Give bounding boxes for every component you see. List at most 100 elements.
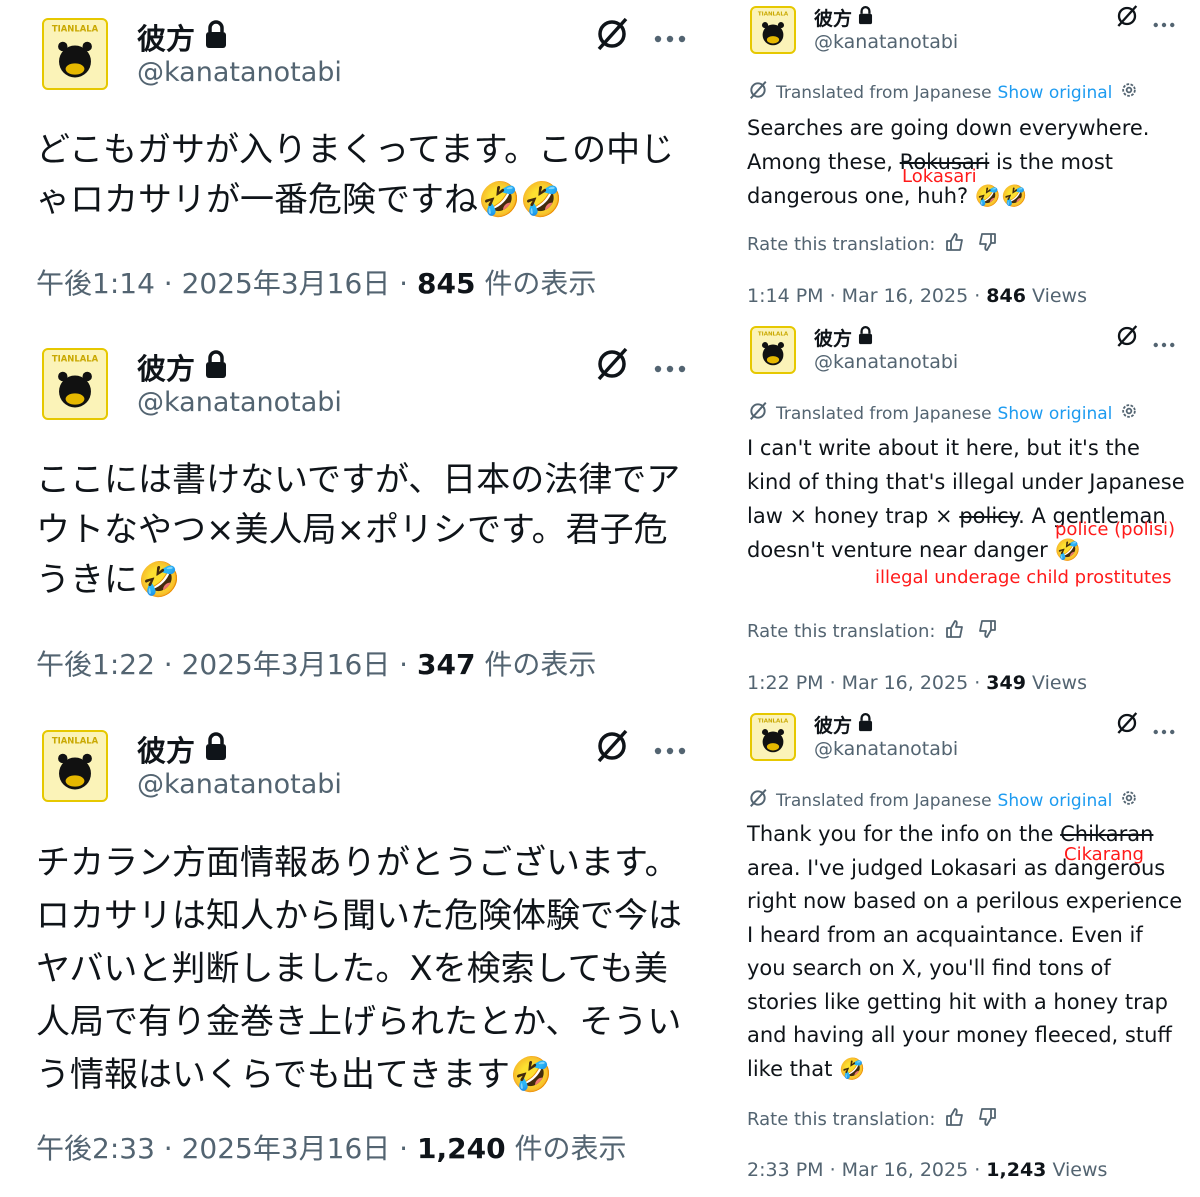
translated-text-a: Thank you for the info on the [747,822,1061,846]
more-icon[interactable] [654,358,686,377]
display-name[interactable]: 彼方 [137,346,229,388]
handle[interactable]: @kanatanotabi [814,738,958,760]
lock-icon [203,19,229,56]
thumbs-down-icon[interactable] [977,1107,997,1132]
handle[interactable]: @kanatanotabi [814,351,958,373]
grok-icon[interactable] [1115,324,1139,352]
rate-translation: Rate this translation: [747,1107,997,1132]
grok-icon[interactable] [594,728,630,768]
avatar[interactable]: TIANLALA [750,326,796,374]
handle[interactable]: @kanatanotabi [137,769,342,800]
grok-icon[interactable] [594,16,630,56]
timestamp[interactable]: 1:22 PM · Mar 16, 2025 · [747,672,986,694]
translated-text: Searches are going down everywhere. Amon… [747,111,1187,213]
translated-label: Translated from Japanese [776,790,992,811]
display-name[interactable]: 彼方 [814,324,874,351]
gear-icon[interactable] [1120,81,1138,104]
timestamp[interactable]: 午後2:33 · 2025年3月16日 · [36,1132,417,1165]
tweet-meta: 午後2:33 · 2025年3月16日 · 1,240 件の表示 [36,1127,626,1167]
right-tweet-2: TIANLALA 彼方 @kanatanotabi Translated fro… [740,320,1200,705]
show-original-link[interactable]: Show original [998,83,1113,103]
timestamp[interactable]: 午後1:22 · 2025年3月16日 · [36,648,417,681]
left-tweet-3: TIANLALA 彼方 @kanatanotabi チカラン方面情報ありがとうご… [0,712,700,1192]
more-icon[interactable] [1153,333,1175,352]
left-tweet-2: TIANLALA 彼方 @kanatanotabi ここには書けないですが、日本… [0,330,700,700]
display-name-text: 彼方 [814,715,853,737]
avatar[interactable]: TIANLALA [750,6,796,54]
display-name-text: 彼方 [814,8,853,30]
lock-icon [857,5,874,30]
translate-icon [748,401,768,426]
translation-header: Translated from Japanese Show original [748,80,1138,105]
avatar[interactable]: TIANLALA [42,348,108,420]
views-label: 件の表示 [475,267,597,300]
display-name-text: 彼方 [137,22,196,56]
timestamp[interactable]: 午後1:14 · 2025年3月16日 · [36,267,417,300]
avatar[interactable]: TIANLALA [42,18,108,90]
tweet-meta: 2:33 PM · Mar 16, 2025 · 1,243 Views [747,1159,1107,1181]
rate-translation: Rate this translation: [747,232,997,257]
lock-icon [203,731,229,768]
display-name-text: 彼方 [137,352,196,386]
views-label: Views [1025,285,1087,307]
translated-label: Translated from Japanese [776,403,992,424]
translated-label: Translated from Japanese [776,82,992,103]
handle[interactable]: @kanatanotabi [814,31,958,53]
thumbs-down-icon[interactable] [977,619,997,644]
translate-icon [748,788,768,813]
tweet-text: どこもガサが入りまくってます。この中じゃロカサリが一番危険ですね🤣🤣 [36,130,675,220]
svg-text:TIANLALA: TIANLALA [758,11,789,17]
grok-icon[interactable] [1115,4,1139,32]
thumbs-up-icon[interactable] [945,1107,965,1132]
right-tweet-3: TIANLALA 彼方 @kanatanotabi Translated fro… [740,707,1200,1197]
more-icon[interactable] [1153,13,1175,32]
views-count: 1,243 [986,1159,1047,1181]
rate-label: Rate this translation: [747,1109,936,1130]
display-name-text: 彼方 [814,328,853,350]
timestamp[interactable]: 1:14 PM · Mar 16, 2025 · [747,285,986,307]
gear-icon[interactable] [1120,402,1138,425]
show-original-link[interactable]: Show original [998,404,1113,424]
display-name[interactable]: 彼方 [137,16,229,58]
handle[interactable]: @kanatanotabi [137,387,342,418]
lock-icon [857,712,874,737]
gear-icon[interactable] [1120,789,1138,812]
handle[interactable]: @kanatanotabi [137,57,342,88]
display-name[interactable]: 彼方 [814,4,874,31]
avatar[interactable]: TIANLALA [42,730,108,802]
tweet-text: ここには書けないですが、日本の法律でアウトなやつ×美人局×ポリシです。君子危うき… [36,460,681,600]
translation-header: Translated from Japanese Show original [748,401,1138,426]
thumbs-down-icon[interactable] [977,232,997,257]
red-annotation: police (polisi) [1055,519,1175,540]
svg-text:TIANLALA: TIANLALA [52,735,99,745]
avatar[interactable]: TIANLALA [750,713,796,761]
more-icon[interactable] [654,740,686,759]
thumbs-up-icon[interactable] [945,232,965,257]
timestamp[interactable]: 2:33 PM · Mar 16, 2025 · [747,1159,986,1181]
svg-text:TIANLALA: TIANLALA [758,718,789,724]
thumbs-up-icon[interactable] [945,619,965,644]
grok-icon[interactable] [594,346,630,386]
red-annotation: Lokasari [902,166,977,187]
views-count: 349 [986,672,1026,694]
right-tweet-1: TIANLALA 彼方 @kanatanotabi Translated fro… [740,0,1200,320]
views-count: 1,240 [416,1132,506,1165]
more-icon[interactable] [1153,720,1175,739]
rate-translation: Rate this translation: [747,619,997,644]
translated-text: I can't write about it here, but it's th… [747,431,1187,567]
grok-icon[interactable] [1115,711,1139,739]
views-label: Views [1025,672,1087,694]
more-icon[interactable] [654,28,686,47]
tweet-meta: 1:14 PM · Mar 16, 2025 · 846 Views [747,285,1087,307]
tweet-meta: 午後1:22 · 2025年3月16日 · 347 件の表示 [36,643,596,683]
rate-label: Rate this translation: [747,621,936,642]
tweet-text: チカラン方面情報ありがとうございます。ロカサリは知人から聞いた危険体験で今はヤバ… [36,843,682,1095]
views-count: 845 [416,267,476,300]
svg-text:TIANLALA: TIANLALA [758,331,789,337]
display-name[interactable]: 彼方 [137,728,229,770]
left-tweet-1: TIANLALA 彼方 @kanatanotabi どこもガサが入りまくってます… [0,0,700,320]
lock-icon [203,349,229,386]
display-name[interactable]: 彼方 [814,711,874,738]
views-label: Views [1046,1159,1108,1181]
show-original-link[interactable]: Show original [998,791,1113,811]
